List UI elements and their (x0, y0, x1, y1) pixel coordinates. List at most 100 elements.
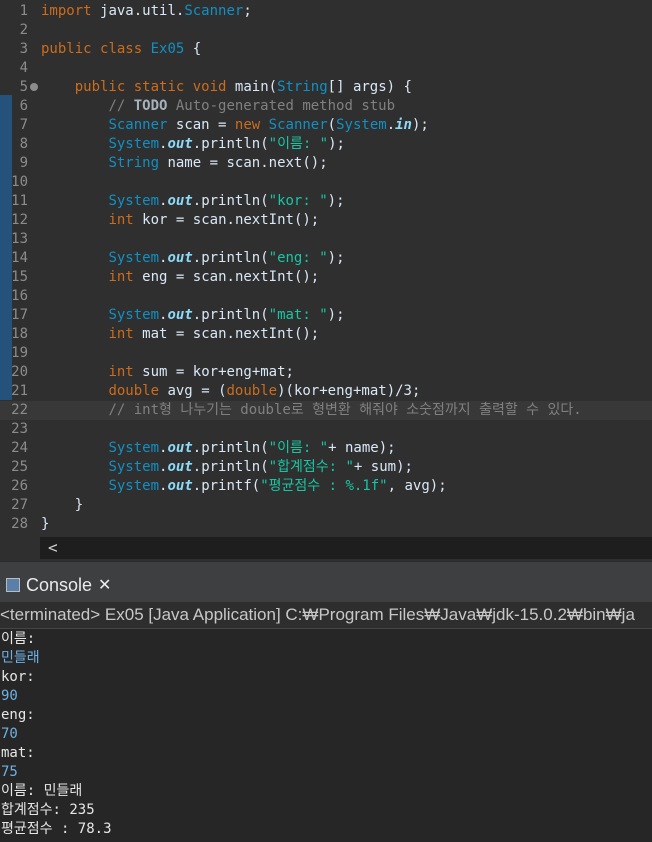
code-text: String name = scan.next(); (108, 155, 328, 171)
line-number: 27 (11, 497, 28, 513)
code-line[interactable]: 25 System.out.println("합계점수: "+ sum); (0, 458, 652, 477)
code-text: public class Ex05 { (41, 41, 202, 57)
code-line[interactable]: 18 int mat = scan.nextInt(); (0, 325, 652, 344)
console-output-line: eng: (1, 707, 35, 723)
code-line[interactable]: 8 System.out.println("이름: "); (0, 135, 652, 154)
code-line[interactable]: 14 System.out.println("eng: "); (0, 249, 652, 268)
line-number: 10 (11, 174, 28, 190)
console-output[interactable]: 이름: 민들래 kor: 90 eng: 70 mat: 75 이름: 민들래합계점수: 235… (0, 630, 652, 839)
line-number: 26 (11, 478, 28, 494)
code-line[interactable]: 9 String name = scan.next(); (0, 154, 652, 173)
code-text: int mat = scan.nextInt(); (108, 326, 320, 342)
line-number: 7 (19, 117, 28, 133)
line-number: 21 (11, 383, 28, 399)
line-number: 23 (11, 421, 28, 437)
fold-toggle-icon[interactable] (30, 83, 38, 91)
line-number: 17 (11, 307, 28, 323)
console-tabbar: Console ✕ (0, 562, 652, 602)
line-number: 3 (19, 41, 28, 57)
code-line[interactable]: 11 System.out.println("kor: "); (0, 192, 652, 211)
code-text: System.out.println("이름: "+ name); (108, 440, 396, 456)
console-tab-label: Console (26, 574, 93, 595)
line-number: 20 (11, 364, 28, 380)
code-text: // int형 나누기는 double로 형변환 해줘야 소숫점까지 출력할 수… (108, 402, 582, 418)
code-line[interactable]: 19 (0, 344, 652, 363)
code-line[interactable]: 6 // TODO Auto-generated method stub (0, 97, 652, 116)
code-text: System.out.printf("평균점수 : %.1f", avg); (108, 478, 447, 494)
code-line[interactable]: 13 (0, 230, 652, 249)
line-number: 14 (11, 250, 28, 266)
code-line[interactable]: 7 Scanner scan = new Scanner(System.in); (0, 116, 652, 135)
code-line[interactable]: 24 System.out.println("이름: "+ name); (0, 439, 652, 458)
console-icon (6, 578, 20, 592)
console-output-line: 이름: (1, 631, 36, 647)
code-text: int kor = scan.nextInt(); (108, 212, 320, 228)
code-text: System.out.println("합계점수: "+ sum); (108, 459, 413, 475)
code-text: int eng = scan.nextInt(); (108, 269, 320, 285)
code-line[interactable]: 16 (0, 287, 652, 306)
code-line[interactable]: 28} (0, 515, 652, 534)
line-number: 28 (11, 516, 28, 532)
code-line[interactable]: 3 public class Ex05 { (0, 40, 652, 59)
code-text: System.out.println("kor: "); (108, 193, 345, 209)
line-number: 11 (11, 193, 28, 209)
console-output-line: mat: (1, 745, 35, 761)
code-text: System.out.println("mat: "); (108, 307, 345, 323)
code-text: System.out.println("이름: "); (108, 136, 345, 152)
console-panel: Console ✕ <terminated> Ex05 [Java Applic… (0, 562, 652, 842)
code-text: // TODO Auto-generated method stub (108, 98, 396, 114)
code-line[interactable]: 4 (0, 59, 652, 78)
line-number: 5 (19, 79, 28, 95)
code-line[interactable]: 15 int eng = scan.nextInt(); (0, 268, 652, 287)
console-status-header: <terminated> Ex05 [Java Application] C:₩… (0, 602, 652, 629)
line-number: 18 (11, 326, 28, 342)
tab-console[interactable]: Console ✕ (0, 568, 119, 602)
code-text: double avg = (double)(kor+eng+mat)/3; (108, 383, 421, 399)
line-number: 1 (19, 3, 28, 19)
line-number: 2 (19, 22, 28, 38)
code-text: Scanner scan = new Scanner(System.in); (108, 117, 429, 133)
console-output-line: kor: (1, 669, 35, 685)
code-line[interactable]: 20 int sum = kor+eng+mat; (0, 363, 652, 382)
horizontal-scrollbar[interactable]: < (40, 537, 652, 559)
console-output-line: 평균점수 : 78.3 (1, 821, 112, 837)
code-text: } (74, 497, 84, 513)
code-line[interactable]: 22 // int형 나누기는 double로 형변환 해줘야 소숫점까지 출력… (0, 401, 652, 420)
line-number: 6 (19, 98, 28, 114)
line-number: 4 (19, 60, 28, 76)
line-number: 25 (11, 459, 28, 475)
line-number: 13 (11, 231, 28, 247)
code-line[interactable]: 1 import java.util.Scanner; (0, 2, 652, 21)
console-output-line: 90 (1, 688, 18, 704)
console-output-line: 민들래 (1, 650, 40, 666)
close-icon[interactable]: ✕ (98, 575, 111, 595)
code-line[interactable]: 26 System.out.printf("평균점수 : %.1f", avg)… (0, 477, 652, 496)
line-number: 24 (11, 440, 28, 456)
code-line[interactable]: 21 double avg = (double)(kor+eng+mat)/3; (0, 382, 652, 401)
code-line[interactable]: 2 (0, 21, 652, 40)
console-output-line: 75 (1, 764, 18, 780)
code-text: } (41, 516, 50, 532)
code-text: import java.util.Scanner; (41, 3, 252, 19)
line-number: 19 (11, 345, 28, 361)
code-text: System.out.println("eng: "); (108, 250, 345, 266)
code-editor[interactable]: 1 import java.util.Scanner; 2 3 public class… (0, 0, 652, 561)
code-line[interactable]: 5 public static void main(String[] args)… (0, 78, 652, 97)
code-line[interactable]: 17 System.out.println("mat: "); (0, 306, 652, 325)
code-line[interactable]: 23 (0, 420, 652, 439)
line-number: 12 (11, 212, 28, 228)
line-number: 22 (11, 402, 28, 418)
code-text: public static void main(String[] args) { (74, 79, 412, 95)
code-line[interactable]: 10 (0, 173, 652, 192)
line-number: 16 (11, 288, 28, 304)
console-output-line: 이름: 민들래 (1, 783, 83, 799)
code-line[interactable]: 27 } (0, 496, 652, 515)
line-number: 8 (19, 136, 28, 152)
code-line[interactable]: 12 int kor = scan.nextInt(); (0, 211, 652, 230)
line-number: 9 (19, 155, 28, 171)
scroll-left-icon[interactable]: < (48, 537, 58, 559)
code-text: int sum = kor+eng+mat; (108, 364, 294, 380)
line-number: 15 (11, 269, 28, 285)
console-output-line: 합계점수: 235 (1, 802, 95, 818)
console-output-line: 70 (1, 726, 18, 742)
